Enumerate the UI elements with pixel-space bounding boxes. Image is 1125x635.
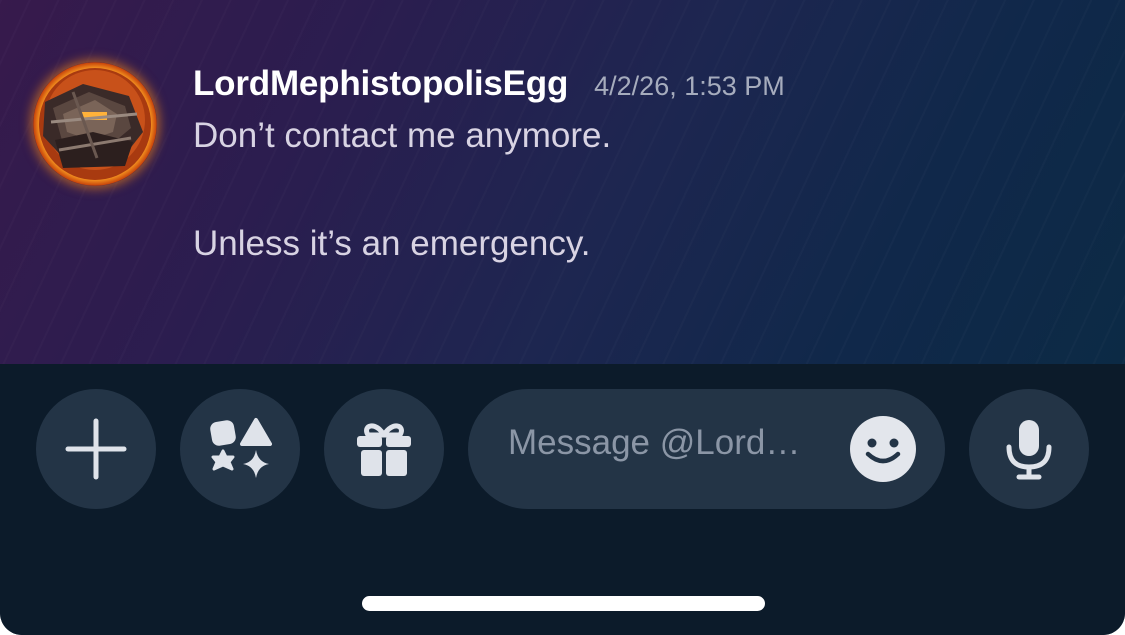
message-header: LordMephistopolisEgg 4/2/26, 1:53 PM bbox=[193, 64, 785, 104]
apps-icon bbox=[210, 418, 272, 478]
plus-icon bbox=[65, 418, 127, 480]
message-line: Don’t contact me anymore. bbox=[193, 116, 612, 155]
apps-button[interactable] bbox=[180, 389, 300, 509]
home-indicator[interactable] bbox=[362, 596, 765, 611]
smiley-icon bbox=[865, 438, 901, 464]
gift-icon bbox=[357, 423, 411, 476]
avatar-image bbox=[39, 68, 151, 180]
user-avatar[interactable] bbox=[33, 62, 157, 186]
message-timestamp: 4/2/26, 1:53 PM bbox=[594, 71, 785, 101]
message-line: Unless it’s an emergency. bbox=[193, 224, 591, 263]
microphone-icon bbox=[1006, 420, 1052, 480]
message-input[interactable]: Message @Lord… bbox=[468, 389, 945, 509]
gift-button[interactable] bbox=[324, 389, 444, 509]
username[interactable]: LordMephistopolisEgg bbox=[193, 64, 568, 104]
emoji-button[interactable] bbox=[850, 416, 916, 482]
message-input-placeholder: Message @Lord… bbox=[508, 423, 801, 462]
add-attachment-button[interactable] bbox=[36, 389, 156, 509]
message-list: LordMephistopolisEgg 4/2/26, 1:53 PM Don… bbox=[0, 0, 1125, 364]
voice-message-button[interactable] bbox=[969, 389, 1089, 509]
dm-screen: LordMephistopolisEgg 4/2/26, 1:53 PM Don… bbox=[0, 0, 1125, 635]
